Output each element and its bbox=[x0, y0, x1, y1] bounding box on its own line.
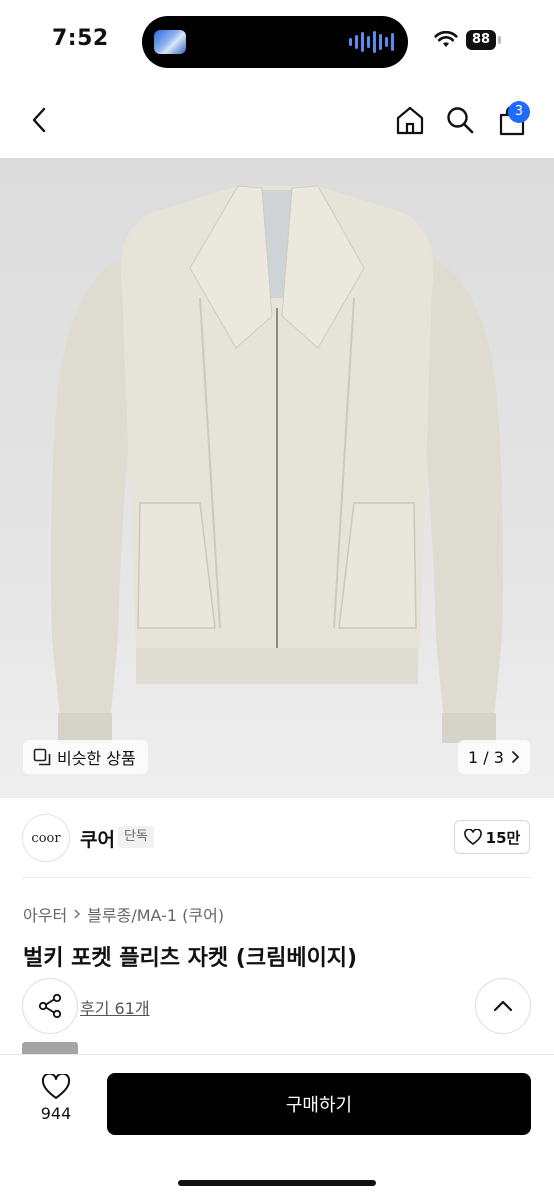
dynamic-island bbox=[142, 16, 408, 68]
thumbnail-preview[interactable] bbox=[22, 1042, 78, 1056]
store-logo[interactable]: coor bbox=[22, 814, 70, 862]
breadcrumb: 아우터 블루종/MA-1 (쿠어) bbox=[23, 902, 224, 926]
chevron-left-icon bbox=[32, 107, 46, 133]
breadcrumb-item-category[interactable]: 아우터 bbox=[23, 902, 67, 926]
heart-icon bbox=[41, 1074, 71, 1099]
product-image-carousel[interactable] bbox=[0, 158, 554, 798]
divider bbox=[22, 877, 532, 878]
back-button[interactable] bbox=[22, 102, 58, 138]
search-button[interactable] bbox=[442, 102, 478, 138]
page-indicator-text: 1 / 3 bbox=[468, 747, 504, 767]
similar-products-label: 비슷한 상품 bbox=[57, 749, 136, 768]
home-icon bbox=[396, 106, 424, 135]
store-like-button[interactable]: 15만 bbox=[454, 820, 530, 854]
chevron-right-icon bbox=[74, 909, 81, 919]
battery-tip bbox=[498, 36, 501, 44]
share-icon bbox=[38, 993, 62, 1019]
chevron-up-icon bbox=[493, 1000, 513, 1012]
search-icon bbox=[447, 107, 474, 134]
review-link[interactable]: 후기 61개 bbox=[80, 995, 150, 1019]
home-button[interactable] bbox=[392, 102, 428, 138]
wifi-icon bbox=[434, 30, 458, 47]
buy-button[interactable]: 구매하기 bbox=[107, 1073, 531, 1135]
similar-items-icon bbox=[33, 748, 51, 766]
similar-products-button[interactable]: 비슷한 상품 bbox=[23, 740, 148, 774]
store-logo-text: coor bbox=[31, 830, 61, 846]
home-indicator bbox=[178, 1180, 376, 1186]
wishlist-count: 944 bbox=[40, 1104, 72, 1123]
image-page-indicator[interactable]: 1 / 3 bbox=[458, 740, 530, 774]
product-title: 벌키 포켓 플리츠 자켓 (크림베이지) bbox=[23, 946, 358, 971]
cart-count-badge: 3 bbox=[508, 101, 530, 123]
store-like-count: 15만 bbox=[485, 828, 521, 847]
store-name[interactable]: 쿠어 bbox=[80, 825, 115, 852]
audio-wave-icon bbox=[349, 30, 394, 54]
status-time: 7:52 bbox=[52, 26, 109, 51]
jacket-image bbox=[50, 185, 504, 743]
now-playing-artwork bbox=[154, 30, 186, 54]
breadcrumb-item-subcategory[interactable]: 블루종/MA-1 (쿠어) bbox=[87, 902, 224, 926]
share-button[interactable] bbox=[22, 978, 78, 1034]
battery-indicator: 88 bbox=[466, 30, 501, 50]
scroll-top-button[interactable] bbox=[475, 978, 531, 1034]
exclusive-badge: 단독 bbox=[118, 826, 154, 848]
battery-level: 88 bbox=[466, 30, 496, 50]
heart-icon bbox=[463, 829, 482, 845]
chevron-right-icon bbox=[512, 751, 520, 763]
wishlist-button[interactable]: 944 bbox=[28, 1074, 84, 1123]
